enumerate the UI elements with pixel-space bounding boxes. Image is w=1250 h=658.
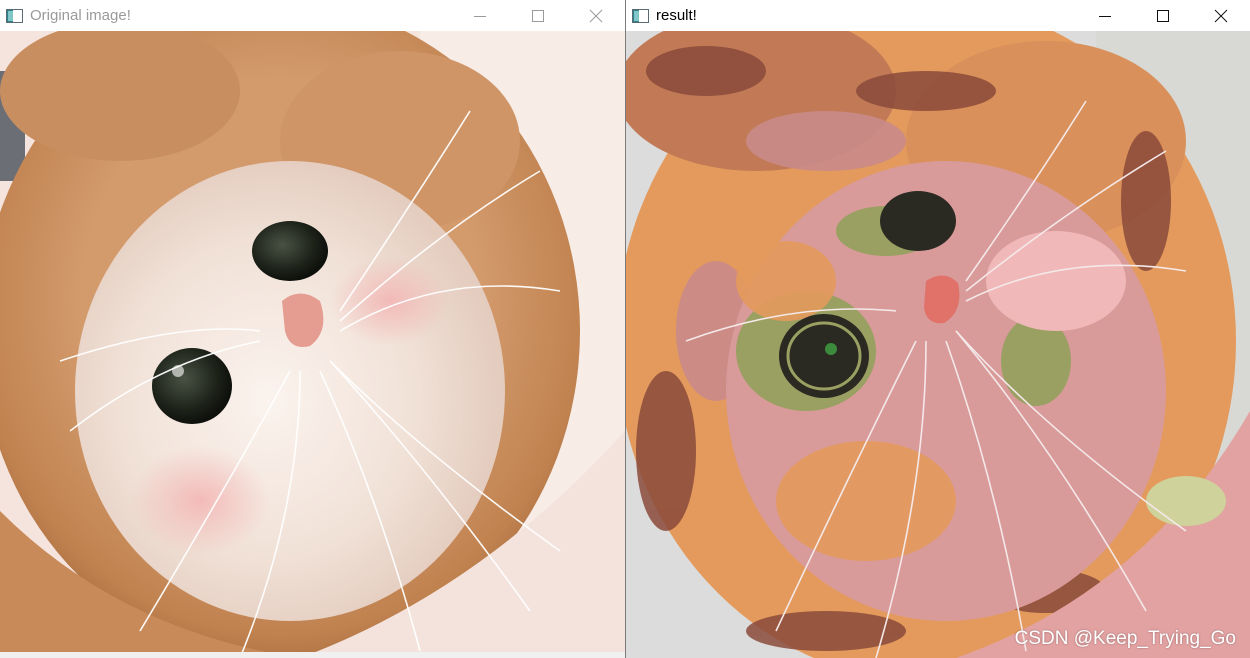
maximize-icon — [1157, 9, 1169, 22]
minimize-icon — [474, 15, 486, 17]
background-status-strip — [0, 652, 625, 658]
original-window-titlebar[interactable]: Original image! — [0, 0, 625, 31]
close-icon — [589, 9, 603, 22]
minimize-button[interactable] — [1076, 0, 1134, 31]
result-window-titlebar[interactable]: result! — [626, 0, 1250, 31]
close-icon — [1214, 9, 1228, 22]
maximize-button[interactable] — [509, 0, 567, 31]
original-window-controls — [451, 0, 625, 31]
maximize-icon — [532, 9, 544, 22]
opencv-window-icon — [6, 8, 23, 23]
desktop: Original image! result! CSDN @Keep_Tryin… — [0, 0, 1250, 658]
close-button[interactable] — [1192, 0, 1250, 31]
close-button[interactable] — [567, 0, 625, 31]
original-image-canvas — [0, 31, 625, 658]
original-window-title: Original image! — [30, 7, 131, 24]
minimize-icon — [1099, 15, 1111, 17]
maximize-button[interactable] — [1134, 0, 1192, 31]
result-window-controls — [1076, 0, 1250, 31]
original-image-window[interactable]: Original image! — [0, 0, 625, 658]
original-kitten-image — [0, 31, 625, 658]
watermark-text: CSDN @Keep_Trying_Go — [1014, 628, 1236, 649]
result-window[interactable]: result! CSDN @Keep_Trying_Go — [626, 0, 1250, 658]
minimize-button[interactable] — [451, 0, 509, 31]
quantized-kitten-image — [626, 31, 1250, 658]
result-image-canvas — [626, 31, 1250, 658]
opencv-window-icon — [632, 8, 649, 23]
result-window-title: result! — [656, 7, 697, 24]
